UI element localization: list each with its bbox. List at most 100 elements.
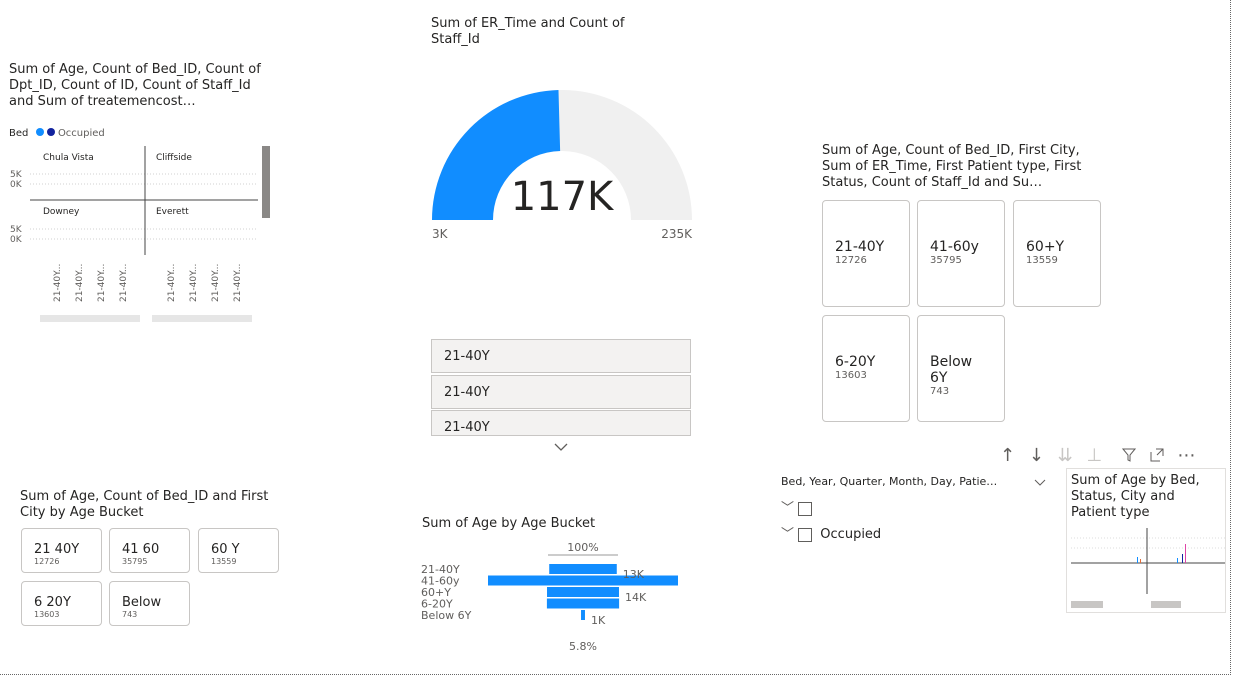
mini-chart-plot [1071,528,1225,608]
kpi-card[interactable]: 41 60 35795 [109,528,190,573]
legend-dot-dark [46,128,55,136]
funnel-bar[interactable] [581,610,585,620]
more-options-icon[interactable]: ⋯ [1177,445,1195,466]
chevron-down-icon[interactable]: ﹀ [781,527,794,542]
h-scrollbar[interactable] [40,315,140,322]
card-value: 35795 [122,557,148,566]
checkbox[interactable] [798,501,813,516]
funnel-top-pct: 100% [567,541,598,554]
x-tick: 21-40Y... [167,264,177,302]
multi-card-title: Sum of Age, Count of Bed_ID, First City,… [822,143,1082,190]
x-tick: 21-40Y... [211,264,221,302]
y-tick: 5K [10,225,23,235]
small-cards-title: Sum of Age, Count of Bed_ID and First Ci… [20,489,269,520]
card-value: 12726 [835,255,867,266]
visual-toolbar: ↑ ↓ ⇊ ⊥ ⋯ [1000,445,1195,466]
x-tick: 21-40Y... [189,264,199,302]
slicer-item[interactable]: 21-40Y [431,375,691,409]
mini-bar [1185,544,1186,563]
panel-label-chula-vista: Chula Vista [43,153,94,163]
x-tick: 21-40Y... [75,264,85,302]
slicer-item[interactable]: 21-40Y [431,339,691,373]
h-scrollbar[interactable] [152,315,252,322]
funnel-bar[interactable] [547,587,619,597]
hierarchy-item[interactable]: ﹀ Occupied [781,523,881,542]
kpi-card[interactable]: Below 743 [109,581,190,626]
funnel-bottom-pct: 5.8% [569,640,597,653]
card-value: 13559 [211,557,237,566]
scrollbar-thumb[interactable] [262,146,270,218]
kpi-card[interactable]: 21-40Y 12726 [822,200,910,307]
card-value: 35795 [930,255,962,266]
chevron-down-icon[interactable] [554,437,568,456]
chevron-down-icon[interactable]: ﹀ [781,501,794,516]
kpi-card[interactable]: 60+Y 13559 [1013,200,1101,307]
legend-item[interactable]: Occupied [58,128,105,139]
gauge-title: Sum of ER_Time and Count of Staff_Id [431,16,625,47]
card-category: Below 6Y [930,354,973,386]
mini-chart-visual[interactable]: Sum of Age by Bed, Status, City and Pati… [1066,468,1226,613]
mini-bar [1177,558,1178,563]
gauge-value: 117K [511,174,615,220]
gauge-min: 3K [432,227,449,241]
funnel-data-label: 13K [623,568,645,581]
arrow-up-icon[interactable]: ↑ [1000,445,1015,466]
y-tick: 5K [10,170,23,180]
card-category: 21-40Y [835,239,885,255]
kpi-card[interactable]: 60 Y 13559 [198,528,279,573]
funnel-bar[interactable] [549,564,617,574]
kpi-card[interactable]: 41-60y 35795 [917,200,1005,307]
card-category: 6-20Y [835,354,876,370]
kpi-card[interactable]: Below 6Y 743 [917,315,1005,422]
card-value: 12726 [34,557,60,566]
hierarchy-slicer-header: Bed, Year, Quarter, Month, Day, Patie… [781,475,998,488]
card-category: 60+Y [1026,239,1065,255]
funnel-category-label: Below 6Y [421,609,472,622]
panel-label-downey: Downey [43,207,80,217]
card-value: 13603 [835,370,867,381]
mini-bar [1137,557,1138,563]
card-value: 13603 [34,610,60,619]
card-value: 13559 [1026,255,1058,266]
gauge-chart: 117K 3K 235K [432,90,693,241]
mini-bar [1140,559,1141,563]
y-tick: 0K [10,235,23,245]
legend-dot-light [35,128,44,136]
kpi-card[interactable]: 21 40Y 12726 [21,528,102,573]
chevron-down-icon[interactable] [1034,473,1046,492]
checkbox[interactable] [798,527,813,542]
x-tick: 21-40Y... [233,264,243,302]
mini-bar [1182,554,1183,563]
h-scrollbar[interactable] [1071,601,1103,608]
card-category: Below [122,595,162,610]
card-category: 6 20Y [34,595,71,610]
kpi-card[interactable]: 6-20Y 13603 [822,315,910,422]
legend-label: Bed [9,128,29,139]
funnel-chart: 100% 21-40Y41-60y60+Y6-20YBelow 6Y 13K14… [421,541,678,653]
arrow-down-icon[interactable]: ↓ [1029,445,1044,466]
panel-label-everett: Everett [156,207,189,217]
slicer-item[interactable]: 21-40Y [431,410,691,436]
small-multiples-chart: Chula Vista Cliffside Downey Everett 5K … [10,146,270,322]
filter-icon[interactable] [1121,445,1142,466]
x-tick-labels: 21-40Y... 21-40Y... 21-40Y... 21-40Y... … [53,264,243,302]
hierarchy-item-label: Occupied [820,527,882,542]
h-scrollbar[interactable] [1151,601,1181,608]
funnel-bar[interactable] [488,575,678,586]
small-multiples-title: Sum of Age, Count of Bed_ID, Count of Dp… [9,62,261,109]
funnel-data-label: 14K [625,591,647,604]
double-arrow-down-icon[interactable]: ⇊ [1058,445,1073,466]
card-category: 41-60y [930,239,979,255]
card-value: 743 [122,610,138,619]
hierarchy-item[interactable]: ﹀ [781,497,813,516]
x-tick: 21-40Y... [97,264,107,302]
focus-mode-icon[interactable] [1150,445,1170,466]
panel-label-cliffside: Cliffside [156,153,192,163]
card-category: 60 Y [211,542,240,557]
funnel-bar[interactable] [546,598,620,609]
expand-hierarchy-icon[interactable]: ⊥ [1086,445,1102,466]
mini-chart-title: Sum of Age by Bed, Status, City and Pati… [1071,473,1200,520]
funnel-title: Sum of Age by Age Bucket [422,516,596,531]
y-tick: 0K [10,180,23,190]
kpi-card[interactable]: 6 20Y 13603 [21,581,102,626]
